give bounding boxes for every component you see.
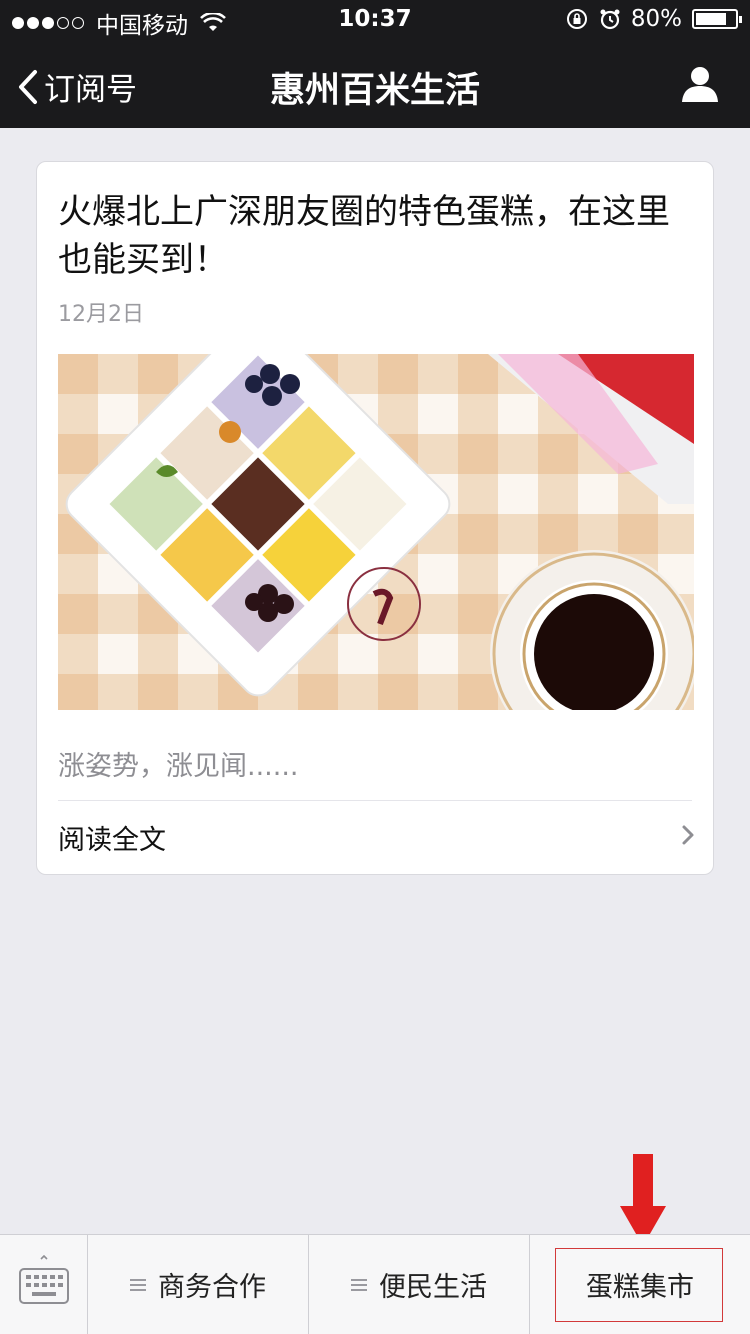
annotation-arrow-icon	[620, 1154, 666, 1246]
profile-button[interactable]	[680, 64, 720, 108]
article-title: 火爆北上广深朋友圈的特色蛋糕，在这里也能买到！	[58, 192, 670, 280]
person-icon	[682, 67, 718, 102]
menu-lines-icon	[130, 1278, 146, 1291]
alarm-icon	[600, 9, 620, 30]
battery-icon	[692, 9, 742, 29]
article-card[interactable]: 火爆北上广深朋友圈的特色蛋糕，在这里也能买到！ 12月2日 涨姿势，涨见闻...…	[36, 161, 714, 875]
chevron-right-icon	[682, 825, 694, 845]
article-date: 12月2日	[58, 302, 144, 327]
read-more-label: 阅读全文	[58, 825, 166, 856]
battery-percent: 80%	[630, 6, 682, 32]
annotation-highlight-box	[555, 1248, 723, 1322]
keyboard-toggle-button[interactable]	[0, 1235, 88, 1334]
rotation-lock-icon	[566, 9, 587, 29]
status-bar: 中国移动 10:37 80%	[0, 0, 750, 40]
menu-item-business[interactable]: 商务合作	[88, 1235, 309, 1334]
menu-item-label: 便民生活	[379, 1272, 487, 1303]
keyboard-icon	[19, 1255, 69, 1304]
read-more-link[interactable]: 阅读全文	[37, 802, 713, 874]
menu-lines-icon	[351, 1278, 367, 1291]
page-title: 惠州百米生活	[269, 71, 480, 111]
menu-item-label: 商务合作	[158, 1272, 266, 1303]
article-cover-image	[58, 354, 694, 710]
nav-bar: 订阅号 惠州百米生活	[0, 40, 750, 128]
article-summary: 涨姿势，涨见闻......	[58, 751, 299, 782]
divider	[58, 800, 692, 801]
menu-item-life-services[interactable]: 便民生活	[309, 1235, 530, 1334]
